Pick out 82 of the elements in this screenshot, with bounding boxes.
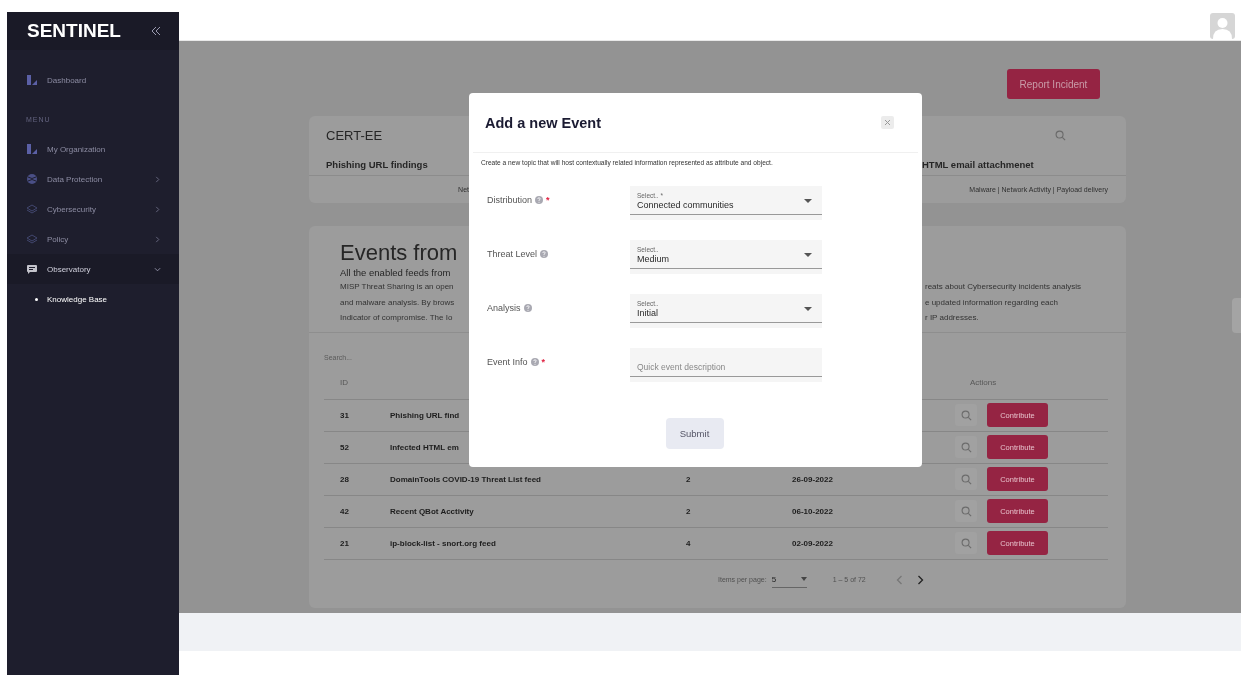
feed-title: Phishing URL findings — [326, 158, 429, 172]
section-title: Events from — [340, 240, 459, 266]
bars-icon — [26, 143, 38, 155]
bars-icon — [26, 74, 38, 86]
field-label: Analysis — [487, 303, 521, 313]
chevron-right-icon — [154, 205, 161, 213]
table-cell-text: 21 — [339, 538, 350, 548]
avatar-icon[interactable] — [1210, 13, 1235, 39]
page-size-select[interactable]: 5 — [771, 571, 807, 588]
view-button[interactable] — [955, 436, 977, 458]
help-icon — [523, 304, 532, 312]
sidebar-item[interactable]: Policy — [7, 224, 179, 254]
close-button[interactable] — [881, 116, 894, 129]
view-button[interactable] — [955, 468, 977, 490]
table-cell-text: ip-block-list - snort.org feed — [390, 538, 497, 548]
view-button[interactable] — [955, 404, 977, 426]
chevron-down-icon — [154, 265, 161, 273]
chevron-right-icon — [154, 175, 161, 183]
table-cell-text: 42 — [339, 506, 350, 516]
search-icon — [1055, 129, 1066, 141]
table-cell-text: 2 — [686, 474, 692, 484]
table-cell-text: DomainTools COVID-19 Threat List feed — [390, 474, 542, 484]
report-incident-button[interactable]: Report Incident — [1007, 69, 1100, 99]
feed-title: HTML email attachmenet — [922, 158, 1035, 172]
required-mark: * — [541, 357, 546, 367]
caret-icon — [804, 199, 812, 203]
message-icon — [26, 263, 38, 275]
help-icon — [535, 196, 544, 204]
sidebar-item[interactable]: My Organization — [7, 134, 179, 164]
table-cell-text: 52 — [339, 442, 350, 452]
view-button[interactable] — [955, 500, 977, 522]
search-icon — [960, 441, 972, 453]
sidebar-item[interactable]: Observatory — [7, 254, 179, 284]
column-header: Actions — [969, 377, 998, 387]
sidebar-item[interactable]: Data Protection — [7, 164, 179, 194]
table-cell-text: 4 — [686, 538, 692, 548]
modal-title: Add a new Event — [485, 114, 602, 131]
collapse-icon[interactable] — [151, 26, 161, 36]
field-label: Distribution — [487, 195, 533, 205]
table-cell-text: 26-09-2022 — [792, 474, 834, 484]
description-text: Indicator of compromise. The Io — [340, 312, 454, 324]
sidebar-subitem[interactable]: Knowledge Base — [7, 284, 179, 314]
column-header: ID — [339, 377, 349, 387]
table-cell-text: 2 — [686, 506, 692, 516]
help-icon — [540, 250, 549, 258]
table-cell-text: 06-10-2022 — [792, 506, 834, 516]
field-label: Event Info — [487, 357, 528, 367]
search-icon — [960, 537, 972, 549]
description-text: and malware analysis. By brows — [340, 296, 456, 309]
caret-icon — [804, 253, 812, 257]
chevron-right-icon — [154, 235, 161, 243]
field-label: Threat Level — [487, 249, 538, 259]
help-icon — [530, 358, 539, 366]
submit-button[interactable]: Submit — [665, 418, 724, 449]
organization-name: CERT-EE — [326, 127, 383, 143]
description-text: reats about Cybersecurity incidents analysis — [925, 281, 1083, 293]
input-field[interactable]: Quick event description — [630, 348, 822, 377]
table-cell-text: 28 — [339, 474, 350, 484]
table-cell-text: 02-09-2022 — [792, 538, 834, 548]
table-cell-text: Infected HTML em — [390, 442, 460, 452]
search-icon — [960, 409, 972, 421]
view-button[interactable] — [955, 532, 977, 554]
table-cell-text: Recent QBot Acctivity — [390, 506, 475, 516]
layers-icon — [26, 233, 38, 245]
search-icon — [960, 505, 972, 517]
sidebar-item[interactable]: Dashboard — [7, 65, 179, 95]
sidebar-item[interactable]: Cybersecurity — [7, 194, 179, 224]
caret-icon — [800, 577, 807, 581]
caret-icon — [804, 307, 812, 311]
section-subtitle: All the enabled feeds from — [340, 266, 452, 279]
description-text: r IP addresses. — [925, 312, 980, 324]
table-cell-text: 31 — [339, 410, 350, 420]
next-page-icon[interactable] — [916, 574, 924, 585]
required-mark: * — [546, 195, 550, 205]
description-text: MISP Threat Sharing is an open — [340, 281, 455, 293]
table-cell-text: Phishing URL find — [390, 410, 461, 420]
logo: SENTINEL — [27, 20, 121, 42]
globe-icon — [26, 173, 38, 185]
close-icon — [884, 119, 891, 126]
layers-icon — [26, 203, 38, 215]
description-text: e updated information regarding each — [925, 296, 1059, 309]
search-icon — [960, 473, 972, 485]
